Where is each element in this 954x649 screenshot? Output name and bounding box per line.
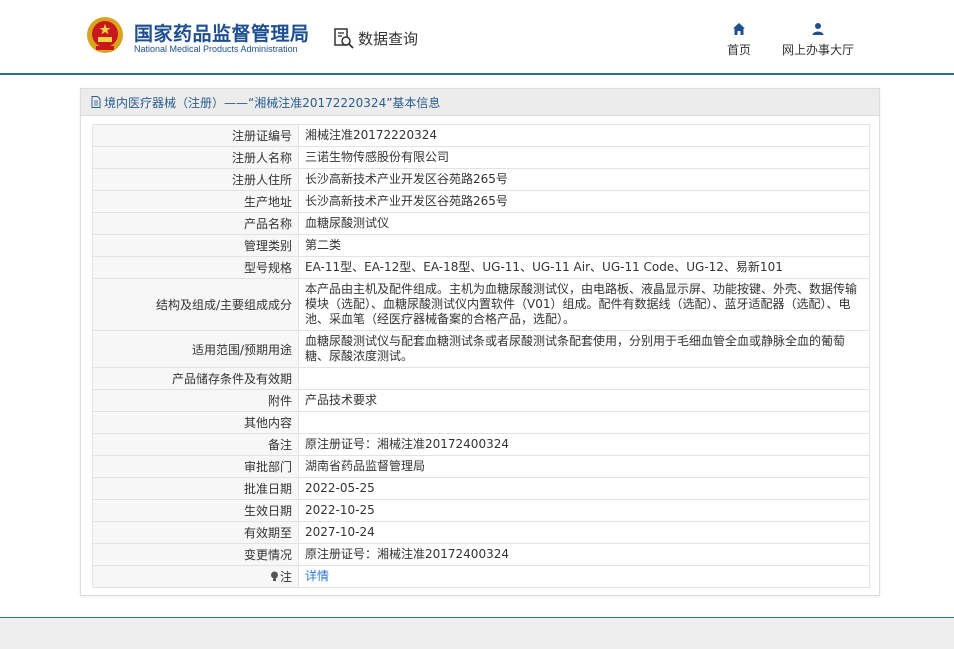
table-row: 适用范围/预期用途 血糖尿酸测试仪与配套血糖测试条或者尿酸测试条配套使用，分别用… — [92, 330, 870, 368]
table-row: 生效日期 2022-10-25 — [92, 499, 870, 522]
row-value: 湖南省药品监督管理局 — [298, 455, 870, 478]
row-key: 产品名称 — [92, 212, 299, 235]
row-value: 长沙高新技术产业开发区谷苑路265号 — [298, 190, 870, 213]
row-value: 三诺生物传感股份有限公司 — [298, 146, 870, 169]
row-value: 湘械注准20172220324 — [298, 124, 870, 147]
row-value: 原注册证号：湘械注准20172400324 — [298, 543, 870, 566]
data-query-label: 数据查询 — [358, 29, 419, 48]
panel-heading: 境内医疗器械（注册）——“湘械注准20172220324”基本信息 — [81, 89, 879, 116]
table-row: 管理类别 第二类 — [92, 234, 870, 257]
row-key: 生产地址 — [92, 190, 299, 213]
home-icon — [733, 23, 745, 35]
panel-heading-text: 境内医疗器械（注册）——“湘械注准20172220324”基本信息 — [104, 95, 441, 110]
info-table: 注册证编号 湘械注准20172220324 注册人名称 三诺生物传感股份有限公司… — [92, 124, 870, 588]
site-footer — [0, 617, 954, 649]
table-row: 注册证编号 湘械注准20172220324 — [92, 124, 870, 147]
emblem-logo[interactable] — [86, 16, 124, 54]
table-row: 生产地址 长沙高新技术产业开发区谷苑路265号 — [92, 190, 870, 213]
row-key: 其他内容 — [92, 411, 299, 434]
row-key: 型号规格 — [92, 256, 299, 279]
table-row: 附件 产品技术要求 — [92, 389, 870, 412]
document-icon — [91, 96, 101, 108]
row-key: 备注 — [92, 433, 299, 456]
table-row: 产品名称 血糖尿酸测试仪 — [92, 212, 870, 235]
row-value: 本产品由主机及配件组成。主机为血糖尿酸测试仪，由电路板、液晶显示屏、功能按键、外… — [298, 278, 870, 331]
table-row: 审批部门 湖南省药品监督管理局 — [92, 455, 870, 478]
data-query-link[interactable]: 数据查询 — [333, 27, 418, 49]
row-key: 批准日期 — [92, 477, 299, 500]
row-key: 注册人住所 — [92, 168, 299, 191]
table-row: 其他内容 — [92, 411, 870, 434]
nav-home[interactable]: 首页 — [722, 22, 756, 58]
row-key: 有效期至 — [92, 521, 299, 544]
table-row: 有效期至 2027-10-24 — [92, 521, 870, 544]
row-key: 结构及组成/主要组成成分 — [92, 278, 299, 331]
row-value: 原注册证号：湘械注准20172400324 — [298, 433, 870, 456]
note-key: 注 — [92, 565, 299, 588]
table-row: 型号规格 EA-11型、EA-12型、EA-18型、UG-11、UG-11 Ai… — [92, 256, 870, 279]
nav-online-hall[interactable]: 网上办事大厅 — [778, 22, 858, 58]
note-key-label: 注 — [279, 570, 292, 584]
site-header: 国家药品监督管理局 National Medical Products Admi… — [0, 0, 954, 75]
row-value: 血糖尿酸测试仪与配套血糖测试条或者尿酸测试条配套使用，分别用于毛细血管全血或静脉… — [298, 330, 870, 368]
site-title: 国家药品监督管理局 — [134, 23, 310, 45]
row-value: 血糖尿酸测试仪 — [298, 212, 870, 235]
nav-online-hall-label: 网上办事大厅 — [781, 43, 854, 57]
table-row: 批准日期 2022-05-25 — [92, 477, 870, 500]
row-value: 2022-05-25 — [298, 477, 870, 500]
table-row: 结构及组成/主要组成成分 本产品由主机及配件组成。主机为血糖尿酸测试仪，由电路板… — [92, 278, 870, 331]
table-row: 产品储存条件及有效期 — [92, 367, 870, 390]
detail-link[interactable]: 详情 — [305, 569, 329, 583]
user-icon — [812, 23, 824, 35]
data-search-icon — [334, 28, 354, 49]
row-value — [298, 367, 870, 390]
row-key: 附件 — [92, 389, 299, 412]
table-row: 变更情况 原注册证号：湘械注准20172400324 — [92, 543, 870, 566]
row-value: 产品技术要求 — [298, 389, 870, 412]
row-key: 产品储存条件及有效期 — [92, 367, 299, 390]
row-value: 第二类 — [298, 234, 870, 257]
site-title-en: National Medical Products Administration — [134, 44, 298, 54]
row-key: 注册人名称 — [92, 146, 299, 169]
row-key: 变更情况 — [92, 543, 299, 566]
row-key: 适用范围/预期用途 — [92, 330, 299, 368]
note-value: 详情 — [298, 565, 870, 588]
nav-home-label: 首页 — [726, 43, 751, 57]
row-value: 长沙高新技术产业开发区谷苑路265号 — [298, 168, 870, 191]
detail-panel: 境内医疗器械（注册）——“湘械注准20172220324”基本信息 注册证编号 … — [80, 88, 880, 596]
row-value: 2022-10-25 — [298, 499, 870, 522]
row-value: 2027-10-24 — [298, 521, 870, 544]
row-value: EA-11型、EA-12型、EA-18型、UG-11、UG-11 Air、UG-… — [298, 256, 870, 279]
row-key: 注册证编号 — [92, 124, 299, 147]
row-key: 生效日期 — [92, 499, 299, 522]
row-key: 管理类别 — [92, 234, 299, 257]
table-row: 备注 原注册证号：湘械注准20172400324 — [92, 433, 870, 456]
table-row: 注册人住所 长沙高新技术产业开发区谷苑路265号 — [92, 168, 870, 191]
lightbulb-icon — [270, 571, 278, 581]
table-row-note: 注 详情 — [92, 565, 870, 588]
table-row: 注册人名称 三诺生物传感股份有限公司 — [92, 146, 870, 169]
row-key: 审批部门 — [92, 455, 299, 478]
row-value — [298, 411, 870, 434]
